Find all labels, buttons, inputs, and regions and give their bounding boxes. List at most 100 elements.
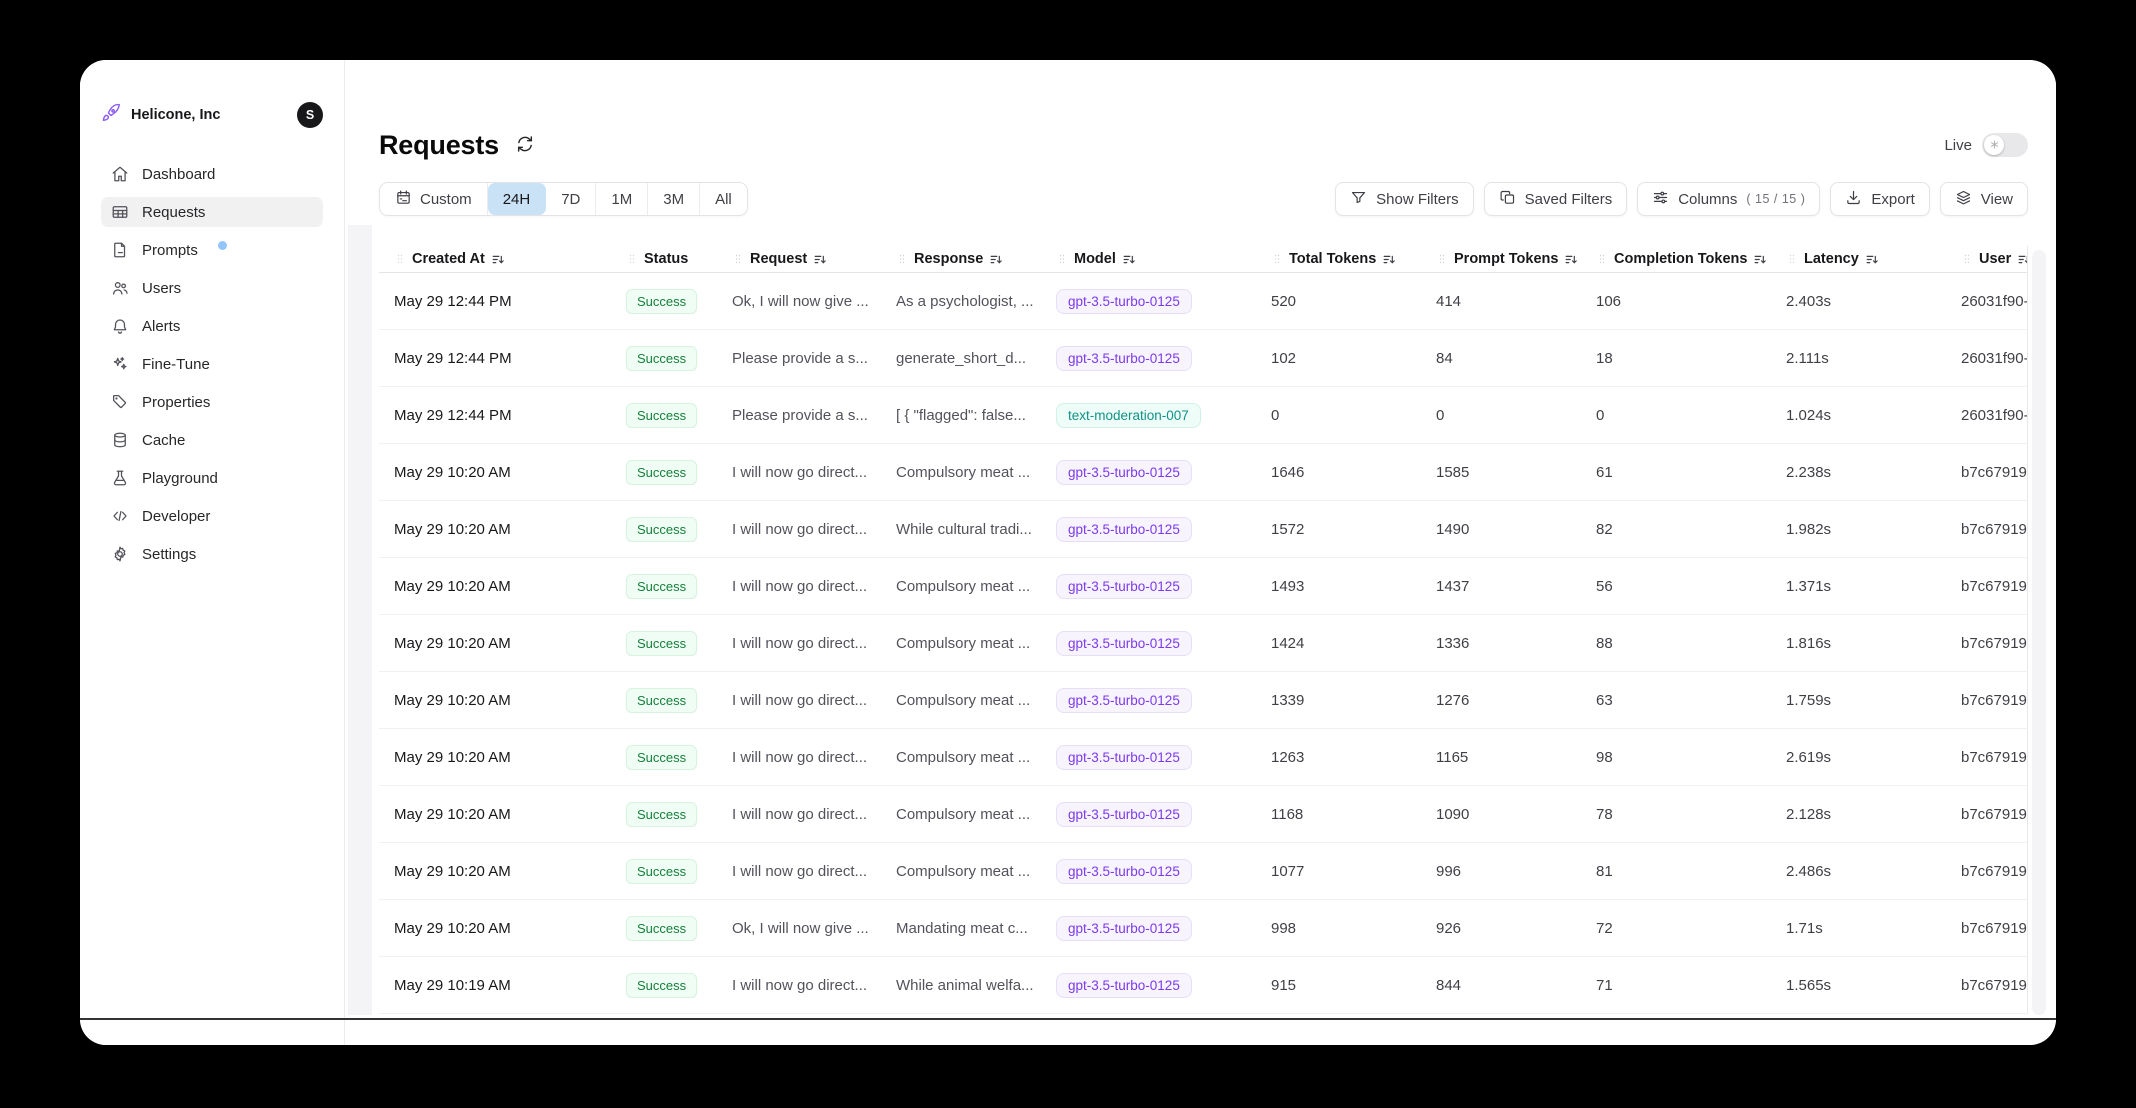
column-count: ( 15 / 15 ) — [1746, 192, 1805, 206]
cell-request: I will now go direct... — [717, 578, 881, 595]
cell-latency: 1.024s — [1771, 407, 1946, 424]
sidebar-item-properties[interactable]: Properties — [101, 387, 323, 417]
sidebar-item-fine-tune[interactable]: Fine-Tune — [101, 349, 323, 379]
cell-completion-tokens: 56 — [1581, 578, 1771, 595]
view-button[interactable]: View — [1940, 182, 2028, 216]
table-row[interactable]: May 29 10:20 AMSuccessI will now go dire… — [379, 672, 2027, 729]
cell-completion-tokens: 106 — [1581, 293, 1771, 310]
cell-prompt-tokens: 84 — [1421, 350, 1581, 367]
column-header-request[interactable]: Request — [717, 251, 881, 267]
column-label: Status — [644, 251, 688, 267]
refresh-button[interactable] — [515, 134, 535, 157]
cell-request: I will now go direct... — [717, 464, 881, 481]
avatar[interactable]: S — [297, 102, 323, 128]
status-badge: Success — [626, 346, 697, 371]
cell-total-tokens: 0 — [1256, 407, 1421, 424]
sidebar-item-developer[interactable]: Developer — [101, 501, 323, 531]
cell-status: Success — [611, 916, 717, 941]
drag-handle-icon — [1961, 253, 1973, 265]
live-label: Live — [1944, 137, 1972, 154]
sidebar-item-requests[interactable]: Requests — [101, 197, 323, 227]
cell-created-at: May 29 10:20 AM — [379, 749, 611, 766]
sidebar-item-playground[interactable]: Playground — [101, 463, 323, 493]
column-header-prompt-tokens[interactable]: Prompt Tokens — [1421, 251, 1581, 267]
cell-request: Please provide a s... — [717, 407, 881, 424]
table-row[interactable]: May 29 10:20 AMSuccessOk, I will now giv… — [379, 900, 2027, 957]
cell-latency: 1.759s — [1771, 692, 1946, 709]
cell-latency: 2.128s — [1771, 806, 1946, 823]
time-range-3m[interactable]: 3M — [648, 183, 700, 215]
time-range-custom[interactable]: Custom — [380, 183, 488, 215]
column-header-total-tokens[interactable]: Total Tokens — [1256, 251, 1421, 267]
table-row[interactable]: May 29 10:20 AMSuccessI will now go dire… — [379, 615, 2027, 672]
cell-model: gpt-3.5-turbo-0125 — [1041, 916, 1256, 941]
model-badge: gpt-3.5-turbo-0125 — [1056, 460, 1192, 485]
cell-prompt-tokens: 0 — [1421, 407, 1581, 424]
table-row[interactable]: May 29 10:20 AMSuccessI will now go dire… — [379, 729, 2027, 786]
vertical-scrollbar[interactable] — [2032, 250, 2046, 1015]
column-header-user[interactable]: User — [1946, 251, 2027, 267]
cell-created-at: May 29 12:44 PM — [379, 407, 611, 424]
column-header-created-at[interactable]: Created At — [379, 251, 611, 267]
cell-user: b7c67919-35 — [1946, 692, 2027, 709]
cell-completion-tokens: 18 — [1581, 350, 1771, 367]
table-row[interactable]: May 29 12:44 PM Success Please provide a s… — [379, 387, 2027, 444]
sidebar-item-label: Properties — [142, 394, 210, 411]
column-header-status[interactable]: Status — [611, 251, 717, 267]
saved-filters-button[interactable]: Saved Filters — [1484, 182, 1628, 216]
column-header-response[interactable]: Response — [881, 251, 1041, 267]
cell-latency: 1.71s — [1771, 920, 1946, 937]
model-badge: gpt-3.5-turbo-0125 — [1056, 289, 1192, 314]
table-row[interactable]: May 29 10:20 AMSuccessI will now go dire… — [379, 444, 2027, 501]
column-label: Latency — [1804, 251, 1859, 267]
time-range-label: 7D — [561, 191, 580, 208]
cell-request: I will now go direct... — [717, 692, 881, 709]
table-row[interactable]: May 29 12:44 PMSuccessOk, I will now giv… — [379, 273, 2027, 330]
time-range-7d[interactable]: 7D — [546, 183, 596, 215]
cell-response: Compulsory meat ... — [881, 464, 1041, 481]
table-row[interactable]: May 29 10:20 AMSuccessI will now go dire… — [379, 501, 2027, 558]
table-row[interactable]: May 29 10:20 AMSuccessI will now go dire… — [379, 786, 2027, 843]
sidebar-item-prompts[interactable]: Prompts — [101, 235, 323, 265]
column-label: Created At — [412, 251, 485, 267]
cell-total-tokens: 102 — [1256, 350, 1421, 367]
live-toggle[interactable] — [1982, 133, 2028, 157]
cell-response: Compulsory meat ... — [881, 578, 1041, 595]
table-row[interactable]: May 29 10:19 AMSuccessI will now go dire… — [379, 957, 2027, 1014]
status-badge: Success — [626, 403, 697, 428]
time-range-24h[interactable]: 24H — [488, 183, 547, 215]
table-row[interactable]: May 29 10:20 AMSuccessI will now go dire… — [379, 558, 2027, 615]
column-header-completion-tokens[interactable]: Completion Tokens — [1581, 251, 1771, 267]
cell-latency: 1.982s — [1771, 521, 1946, 538]
drag-handle-icon — [626, 253, 638, 265]
model-badge: gpt-3.5-turbo-0125 — [1056, 631, 1192, 656]
sliders-icon — [1652, 189, 1669, 210]
sparkles-icon — [111, 355, 129, 373]
status-badge: Success — [626, 517, 697, 542]
status-badge: Success — [626, 574, 697, 599]
cell-completion-tokens: 61 — [1581, 464, 1771, 481]
sort-icon — [1122, 252, 1137, 267]
time-range-1m[interactable]: 1M — [596, 183, 648, 215]
cell-status: Success — [611, 973, 717, 998]
sidebar-item-users[interactable]: Users — [101, 273, 323, 303]
cell-model: gpt-3.5-turbo-0125 — [1041, 574, 1256, 599]
drag-handle-icon — [1786, 253, 1798, 265]
columns-button[interactable]: Columns ( 15 / 15 ) — [1637, 182, 1820, 216]
app-window: Helicone, Inc S Dashboard Requests Prompts… — [80, 60, 2056, 1045]
export-button[interactable]: Export — [1830, 182, 1929, 216]
table-row[interactable]: May 29 10:20 AMSuccessI will now go dire… — [379, 843, 2027, 900]
cell-response: While animal welfa... — [881, 977, 1041, 994]
time-range-all[interactable]: All — [700, 183, 747, 215]
column-header-latency[interactable]: Latency — [1771, 251, 1946, 267]
sidebar-item-cache[interactable]: Cache — [101, 425, 323, 455]
sidebar-item-alerts[interactable]: Alerts — [101, 311, 323, 341]
sidebar-item-dashboard[interactable]: Dashboard — [101, 159, 323, 189]
sidebar-item-settings[interactable]: Settings — [101, 539, 323, 569]
column-header-model[interactable]: Model — [1041, 251, 1256, 267]
show-filters-button[interactable]: Show Filters — [1335, 182, 1474, 216]
button-label: Columns — [1678, 191, 1737, 208]
org-switcher[interactable]: Helicone, Inc S — [101, 100, 323, 130]
cell-total-tokens: 1339 — [1256, 692, 1421, 709]
table-row[interactable]: May 29 12:44 PMSuccessPlease provide a s… — [379, 330, 2027, 387]
